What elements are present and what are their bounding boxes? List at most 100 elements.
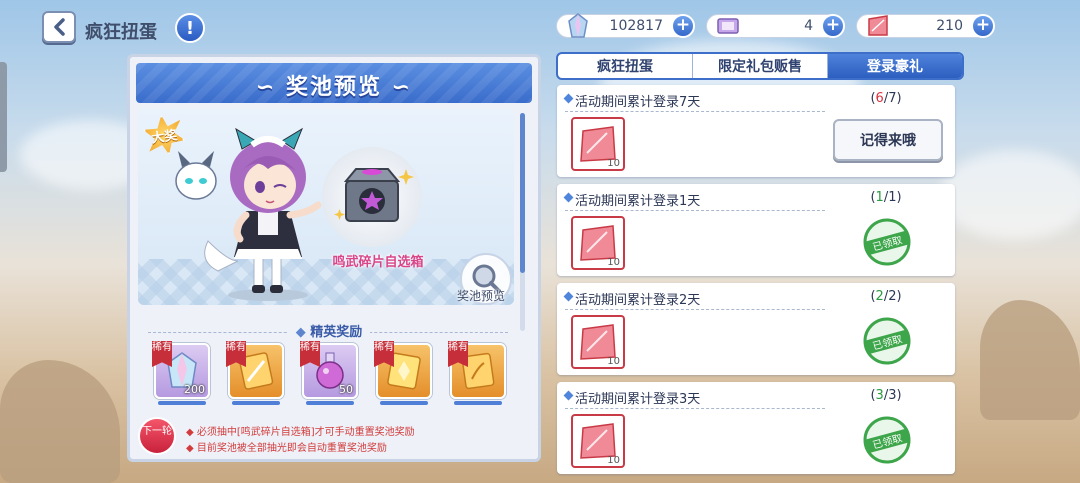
diamond-bullet-icon xyxy=(563,390,574,401)
reward-bar xyxy=(454,401,502,405)
task-divider xyxy=(565,210,825,211)
currency-ticket: 4 + xyxy=(706,14,845,38)
currency-value: 102817 xyxy=(609,18,663,34)
currency-value: 4 xyxy=(804,18,813,34)
pool-title-text: 奖池预览 xyxy=(285,75,382,100)
task-progress: (2/2) xyxy=(870,289,902,304)
reward-bar xyxy=(306,401,354,405)
currency-value: 210 xyxy=(936,18,963,34)
pool-note: ◆ 目前奖池被全部抽光即会自动重置奖池奖励 xyxy=(186,443,387,454)
task-progress: (3/3) xyxy=(870,388,902,403)
claimed-stamp: 已领取 xyxy=(861,216,913,268)
back-button[interactable] xyxy=(42,11,76,43)
exclamation-icon: ! xyxy=(185,17,195,39)
login-task-row: 活动期间累计登录1天 (1/1) 10 已领取 xyxy=(557,184,955,276)
diamond-bullet-icon xyxy=(563,192,574,203)
chest-label: 鸣武碎片自选箱 xyxy=(332,255,424,270)
background-cloud xyxy=(940,150,1080,240)
task-progress: (1/1) xyxy=(870,190,902,205)
login-task-row: 活动期间累计登录3天 (3/3) 10 已领取 xyxy=(557,382,955,474)
reward-count: 10 xyxy=(607,257,620,268)
pool-note: ◆ 必须抽中[鸣武碎片自选箱]才可手动重置奖池奖励 xyxy=(186,427,415,438)
currency-gem: 102817 + xyxy=(556,13,695,38)
reward-bar xyxy=(158,401,206,405)
reward-count: 10 xyxy=(607,158,620,169)
background-rock xyxy=(0,360,120,483)
claimed-check-icon: 已领取 xyxy=(863,317,911,365)
reward-count: 10 xyxy=(607,455,620,466)
remember-to-come-button[interactable]: 记得来哦 xyxy=(833,119,943,161)
progress-current: 3 xyxy=(875,388,884,403)
task-title: 活动期间累计登录2天 xyxy=(575,293,701,308)
info-button[interactable]: ! xyxy=(175,13,205,43)
scrollbar[interactable] xyxy=(520,113,525,331)
scrollbar-thumb[interactable] xyxy=(520,113,525,273)
elite-reward-label: 精英奖励 xyxy=(310,325,363,340)
task-divider xyxy=(565,309,825,310)
task-progress: (6/7) xyxy=(870,91,902,106)
progress-total: /3) xyxy=(883,388,902,403)
tab-login-rewards[interactable]: 登录豪礼 xyxy=(828,54,962,78)
ticket-icon xyxy=(717,18,739,34)
side-edge-tab[interactable] xyxy=(0,62,7,172)
login-task-row: 活动期间累计登录2天 (2/2) 10 已领取 xyxy=(557,283,955,375)
reward-count: 200 xyxy=(184,383,205,396)
pool-preview-panel: ∽ 奖池预览 ∽ 大奖 鸣武碎片自选箱 奖池预览 ◆ 精英奖励 稀有 200 稀… xyxy=(127,54,541,462)
diamond-bullet-icon: ◆ xyxy=(295,325,306,340)
add-currency-button[interactable]: + xyxy=(821,14,845,38)
reward-count: 10 xyxy=(607,356,620,367)
character-illustration xyxy=(175,127,322,301)
add-currency-button[interactable]: + xyxy=(671,14,695,38)
pool-preview-title: ∽ 奖池预览 ∽ xyxy=(255,75,413,100)
star-chest-icon xyxy=(334,168,414,222)
prize-showcase: 大奖 鸣武碎片自选箱 xyxy=(138,109,514,305)
diamond-bullet-icon xyxy=(563,93,574,104)
add-currency-button[interactable]: + xyxy=(971,14,995,38)
progress-current: 6 xyxy=(875,91,884,106)
tab-crazy-gacha[interactable]: 疯狂扭蛋 xyxy=(558,54,693,78)
task-title: 活动期间累计登录1天 xyxy=(575,194,701,209)
reward-item[interactable]: 稀有 xyxy=(448,341,506,405)
reward-item[interactable]: 稀有 50 xyxy=(300,341,358,405)
reward-item[interactable]: 稀有 xyxy=(226,341,284,405)
currency-fragment: 210 + xyxy=(856,14,995,38)
page-title: 疯狂扭蛋 xyxy=(85,22,157,43)
tab-bar: 疯狂扭蛋 限定礼包贩售 登录豪礼 xyxy=(556,52,964,80)
gem-icon xyxy=(568,13,588,38)
reward-item[interactable]: 稀有 200 xyxy=(152,341,210,405)
reward-item[interactable]: 稀有 xyxy=(374,341,432,405)
chevron-left-icon xyxy=(54,18,65,36)
reward-item[interactable]: 10 xyxy=(571,315,625,369)
progress-current: 2 xyxy=(875,289,884,304)
task-divider xyxy=(565,111,825,112)
login-task-row: 活动期间累计登录7天 (6/7) 10 记得来哦 xyxy=(557,85,955,177)
background-rock xyxy=(980,300,1080,420)
reward-item[interactable]: 10 xyxy=(571,117,625,171)
next-round-button[interactable]: 下一轮 xyxy=(138,417,176,455)
task-divider xyxy=(565,408,825,409)
progress-current: 1 xyxy=(875,190,884,205)
claimed-stamp: 已领取 xyxy=(861,315,913,367)
reward-bar xyxy=(380,401,428,405)
pink-crystal-icon xyxy=(868,15,888,36)
tab-limited-pack-sale[interactable]: 限定礼包贩售 xyxy=(693,54,828,78)
pool-note-text: 目前奖池被全部抽光即会自动重置奖池奖励 xyxy=(196,443,387,454)
pool-notes: 下一轮 ◆ 必须抽中[鸣武碎片自选箱]才可手动重置奖池奖励 ◆ 目前奖池被全部抽… xyxy=(138,413,534,459)
progress-total: /1) xyxy=(883,190,902,205)
chest-illustration xyxy=(322,147,422,247)
elite-reward-title: ◆ 精英奖励 xyxy=(130,321,528,340)
reward-item[interactable]: 10 xyxy=(571,216,625,270)
zoom-preview-label[interactable]: 奖池预览 xyxy=(448,287,514,304)
progress-total: /7) xyxy=(883,91,902,106)
claimed-check-icon: 已领取 xyxy=(863,416,911,464)
pool-note-text: 必须抽中[鸣武碎片自选箱]才可手动重置奖池奖励 xyxy=(196,427,415,438)
reward-count: 50 xyxy=(339,383,353,396)
reward-bar xyxy=(232,401,280,405)
task-title: 活动期间累计登录7天 xyxy=(575,95,701,110)
reward-item[interactable]: 10 xyxy=(571,414,625,468)
pool-preview-header: ∽ 奖池预览 ∽ xyxy=(136,63,532,103)
progress-total: /2) xyxy=(883,289,902,304)
claimed-check-icon: 已领取 xyxy=(863,218,911,266)
diamond-bullet-icon xyxy=(563,291,574,302)
claimed-stamp: 已领取 xyxy=(861,414,913,466)
